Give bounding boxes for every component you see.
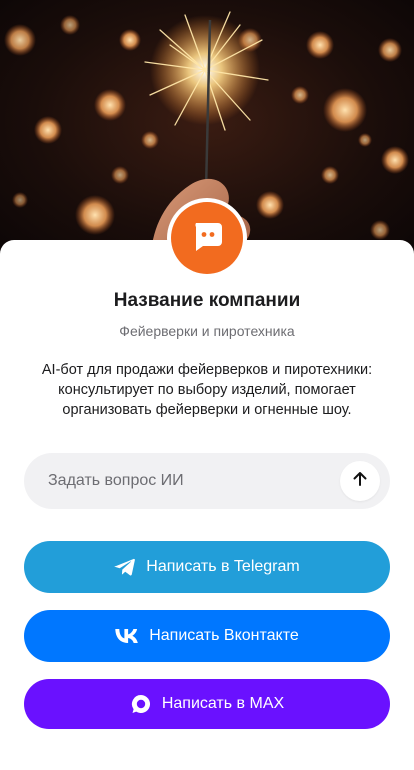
- max-icon: [130, 693, 152, 715]
- vk-button-label: Написать Вконтакте: [149, 627, 299, 644]
- telegram-icon: [114, 557, 136, 577]
- ask-ai-input[interactable]: [48, 453, 348, 509]
- company-description: AI-бот для продажи фейерверков и пиротех…: [41, 362, 373, 418]
- ask-ai-box: [24, 453, 390, 509]
- max-button-label: Написать в MAX: [161, 695, 285, 712]
- vk-button[interactable]: Написать Вконтакте: [24, 610, 390, 662]
- max-button[interactable]: Написать в MAX: [24, 679, 390, 729]
- vk-icon: [115, 629, 139, 643]
- company-avatar: [171, 202, 243, 274]
- arrow-up-icon: [351, 470, 369, 493]
- telegram-button-label: Написать в Telegram: [146, 558, 300, 575]
- chat-bubble-icon: [188, 217, 226, 260]
- send-button[interactable]: [340, 461, 380, 501]
- company-name: Название компании: [113, 290, 301, 311]
- company-category: Фейерверки и пиротехника: [119, 323, 295, 339]
- telegram-button[interactable]: Написать в Telegram: [24, 541, 390, 593]
